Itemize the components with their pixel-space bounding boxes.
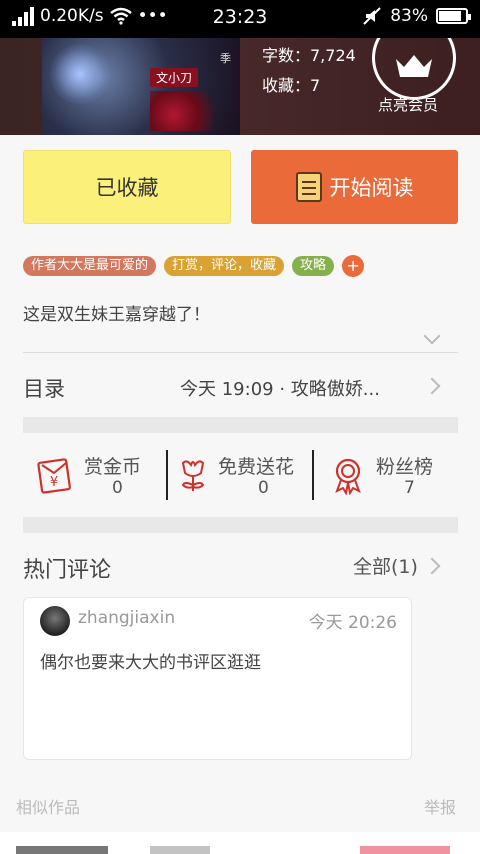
send-flower-label: 免费送花 (218, 456, 295, 478)
svg-text:¥: ¥ (50, 475, 58, 490)
book-description: 这是双生妹王嘉穿越了！ (23, 305, 210, 325)
cover-author: 文小刀 (150, 68, 199, 87)
battery-icon (436, 8, 471, 24)
fan-ranking-label: 粉丝榜 (376, 456, 434, 478)
tag-item[interactable]: 打赏，评论，收藏 (164, 256, 285, 276)
expand-chevron-icon[interactable] (423, 327, 441, 345)
chevron-right-icon[interactable] (423, 557, 441, 575)
section-separator (23, 517, 458, 533)
favorited-button[interactable]: 已收藏 (23, 150, 231, 224)
cover-season: 季 (220, 52, 231, 65)
book-cover[interactable]: 文小刀 季 (42, 38, 240, 135)
page: { "status_bar": { "net_speed": "0.20K/s"… (0, 0, 480, 854)
reward-coins-count: 0 (112, 478, 123, 498)
reward-coins-action[interactable]: ¥ 赏金币 0 (34, 450, 164, 502)
toc-label: 目录 (23, 377, 65, 401)
reward-coins-label: 赏金币 (84, 456, 142, 478)
divider (23, 352, 458, 353)
send-flower-action[interactable]: 免费送花 0 (173, 450, 308, 502)
status-right: 83% (362, 6, 471, 26)
tag-list: 作者大大是最可爱的 打赏，评论，收藏 攻略 + (23, 255, 365, 277)
add-tag-button[interactable]: + (342, 255, 365, 277)
comment-card[interactable]: zhangjiaxin 今天 20:26 偶尔也要来大大的书评区逛逛 (23, 597, 412, 760)
medal-icon (335, 458, 361, 495)
fan-ranking-count: 7 (404, 478, 415, 498)
word-count: 字数：7,724 (262, 46, 356, 65)
crown-icon (396, 55, 432, 77)
vip-label[interactable]: 点亮会员 (378, 94, 438, 115)
chevron-right-icon (423, 377, 441, 395)
comment-text: 偶尔也要来大大的书评区逛逛 (40, 653, 261, 673)
avatar[interactable] (40, 606, 70, 636)
vip-badge[interactable] (372, 38, 456, 100)
send-flower-count: 0 (258, 478, 269, 498)
all-comments-link[interactable]: 全部(1) (353, 552, 418, 579)
hot-comments-title: 热门评论 (23, 558, 112, 583)
coin-envelope-icon: ¥ (37, 458, 71, 494)
comment-username[interactable]: zhangjiaxin (78, 608, 175, 628)
tag-item[interactable]: 作者大大是最可爱的 (23, 256, 157, 276)
report-button[interactable]: 举报 (424, 794, 456, 818)
similar-work-stat (360, 846, 450, 854)
mute-icon (363, 7, 381, 25)
battery-percent: 83% (390, 6, 428, 26)
start-reading-label: 开始阅读 (329, 176, 414, 200)
flower-icon (181, 460, 205, 491)
status-bar: 0.20K/s ••• 23:23 83% (0, 0, 480, 38)
similar-work-title[interactable] (150, 846, 210, 854)
divider (166, 450, 168, 500)
comment-time: 今天 20:26 (308, 613, 397, 633)
similar-works-label: 相似作品 (16, 798, 81, 817)
toc-latest-chapter: 今天 19:09 · 攻略傲娇... (180, 379, 380, 400)
favorite-count: 收藏：7 (262, 76, 321, 95)
fan-ranking-action[interactable]: 粉丝榜 7 (328, 450, 458, 502)
book-icon (295, 172, 322, 202)
tag-item[interactable]: 攻略 (292, 256, 335, 276)
section-separator (23, 417, 458, 433)
similar-work-thumbnail[interactable] (16, 846, 108, 854)
start-reading-button[interactable]: 开始阅读 (251, 150, 458, 224)
divider (312, 450, 314, 500)
book-header: 文小刀 季 字数：7,724 收藏：7 点亮会员 (0, 38, 480, 135)
